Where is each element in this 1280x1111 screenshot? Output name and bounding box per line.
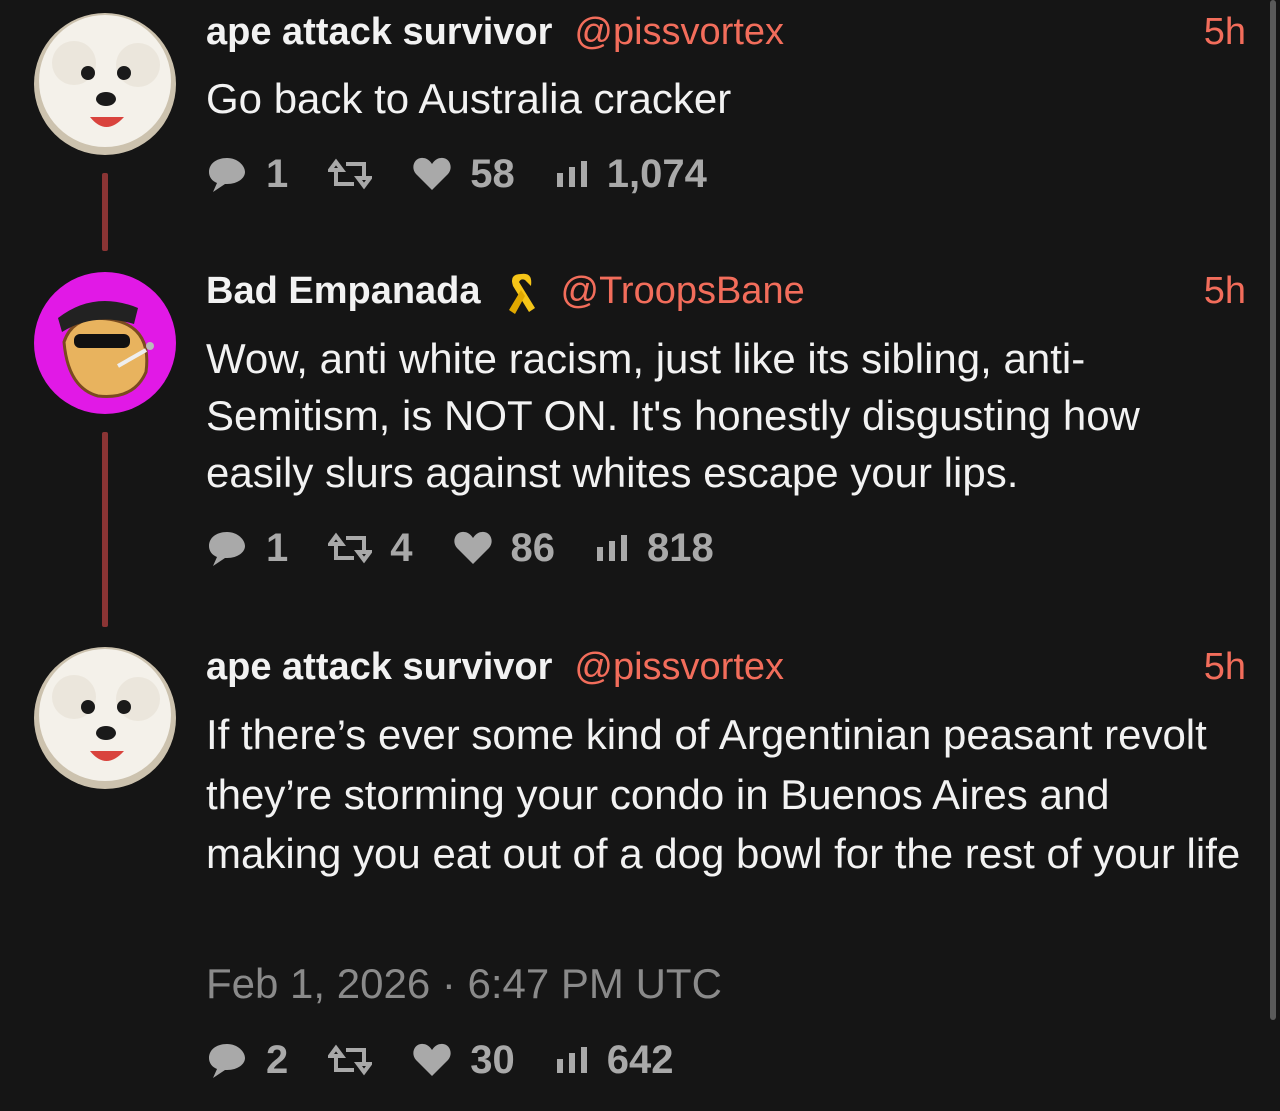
timestamp[interactable]: 5h (1204, 11, 1246, 54)
retweet-count: 4 (390, 525, 413, 570)
views-button[interactable]: 1,074 (555, 152, 707, 197)
author-handle[interactable]: @TroopsBane (561, 270, 805, 313)
retweet-icon (328, 1044, 373, 1076)
like-count: 58 (470, 151, 515, 196)
like-button[interactable]: 58 (412, 152, 515, 197)
views-icon (597, 535, 627, 561)
heart-icon (453, 531, 492, 564)
tweet[interactable]: ape attack survivor @pissvortex 5h Go ba… (0, 0, 1280, 240)
views-button[interactable]: 642 (555, 1038, 674, 1083)
avatar[interactable] (34, 272, 176, 414)
view-count: 818 (647, 525, 714, 570)
view-count: 1,074 (606, 151, 707, 196)
tweet-text: If there’s ever some kind of Argentinian… (206, 711, 1241, 877)
author-name[interactable]: Bad Empanada (206, 270, 481, 313)
retweet-button[interactable] (328, 156, 373, 192)
timestamp[interactable]: 5h (1204, 270, 1246, 313)
cartoon-empanada-avatar-icon (34, 272, 176, 414)
like-count: 30 (470, 1037, 515, 1082)
reply-count: 1 (266, 525, 289, 570)
views-button[interactable]: 818 (595, 526, 714, 571)
reply-icon (209, 158, 245, 192)
like-count: 86 (510, 525, 556, 570)
reply-count: 2 (266, 1037, 289, 1082)
retweet-icon (328, 532, 373, 564)
tweet-date[interactable]: Feb 1, 2026 · 6:47 PM UTC (206, 960, 722, 1008)
reply-button[interactable]: 1 (206, 152, 288, 197)
reply-button[interactable]: 2 (206, 1038, 288, 1083)
avatar[interactable] (34, 647, 176, 789)
heart-icon (413, 1043, 451, 1076)
tweet[interactable]: ape attack survivor @pissvortex 5h If th… (0, 635, 1280, 1111)
tweet-text: Go back to Australia cracker (206, 75, 732, 122)
like-button[interactable]: 86 (453, 525, 556, 571)
heart-icon (413, 157, 451, 190)
views-icon (556, 161, 587, 187)
avatar[interactable] (34, 13, 176, 155)
yellow-ribbon-icon (503, 268, 539, 314)
retweet-button[interactable]: 4 (328, 525, 413, 571)
reply-button[interactable]: 1 (206, 526, 288, 571)
reply-icon (209, 532, 245, 566)
timestamp[interactable]: 5h (1204, 646, 1246, 689)
author-name[interactable]: ape attack survivor (206, 11, 552, 54)
tweet-text: Wow, anti white racism, just like its si… (206, 335, 1140, 496)
retweet-icon (328, 158, 373, 190)
views-icon (556, 1047, 587, 1073)
retweet-button[interactable] (328, 1042, 373, 1078)
reply-icon (209, 1044, 245, 1078)
author-handle[interactable]: @pissvortex (574, 646, 784, 689)
reply-count: 1 (266, 151, 289, 196)
white-dog-avatar-icon (34, 13, 176, 155)
author-name[interactable]: ape attack survivor (206, 646, 552, 689)
like-button[interactable]: 30 (412, 1038, 515, 1083)
view-count: 642 (606, 1037, 674, 1082)
author-handle[interactable]: @pissvortex (574, 11, 784, 54)
tweet[interactable]: Bad Empanada @TroopsBane 5h Wow, anti wh… (0, 250, 1280, 630)
white-dog-avatar-icon (34, 647, 176, 789)
